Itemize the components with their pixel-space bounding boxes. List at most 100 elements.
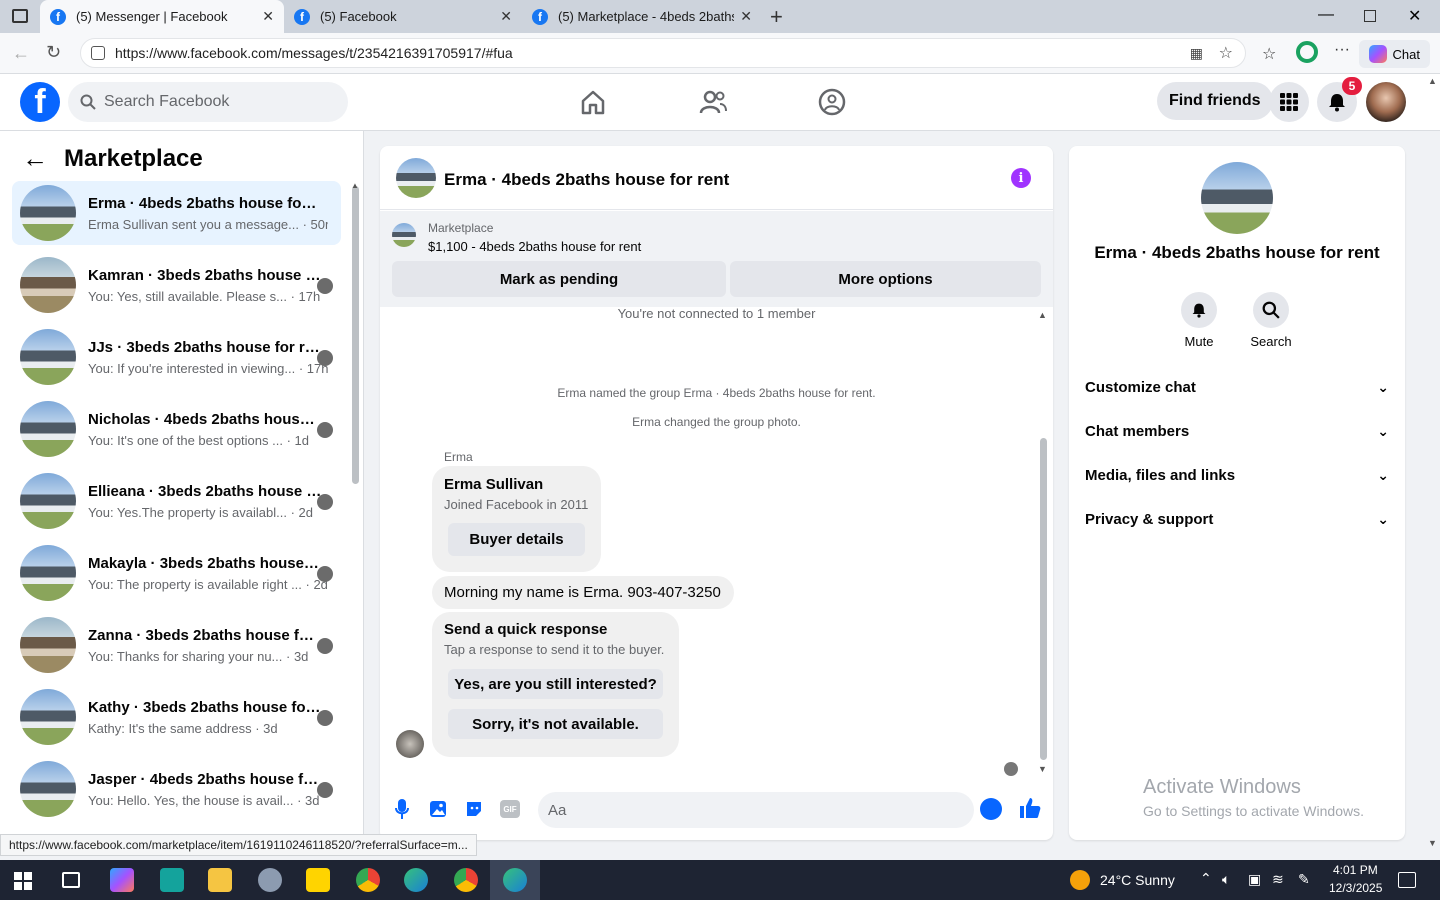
conversation-item[interactable]: Ellieana · 3beds 2baths house for rent Yo… (12, 469, 341, 533)
page-scroll-up-icon[interactable]: ▲ (1428, 76, 1438, 86)
sticker-icon[interactable] (463, 798, 485, 820)
page-scroll-down-icon[interactable]: ▼ (1428, 838, 1437, 848)
listing-thumbnail[interactable] (392, 223, 416, 247)
chat-scroll-down-icon[interactable]: ▼ (1038, 764, 1047, 774)
conversation-item[interactable]: JJs · 3beds 2baths house for rent You: If… (12, 325, 341, 389)
friends-icon[interactable] (698, 87, 728, 117)
copilot-taskbar-icon[interactable] (110, 868, 134, 892)
info-icon[interactable]: i (1011, 168, 1031, 188)
quick-response-yes-button[interactable]: Yes, are you still interested? (448, 669, 663, 699)
message-input[interactable]: Aa (538, 792, 974, 828)
conversation-item[interactable]: Zanna · 3beds 2baths house for rent You: … (12, 613, 341, 677)
favorite-star-icon[interactable]: ☆ (1219, 43, 1233, 63)
media-files-links-section[interactable]: Media, files and links ⌄ (1085, 467, 1389, 484)
conversation-item[interactable]: Jasper · 4beds 2baths house for rent You:… (12, 757, 341, 821)
back-arrow-icon[interactable]: ← (22, 143, 48, 174)
gif-icon[interactable]: GIF (499, 798, 521, 820)
tab-actions-icon[interactable] (12, 9, 28, 23)
photo-icon[interactable] (427, 798, 449, 820)
mark-as-pending-button[interactable]: Mark as pending (392, 261, 726, 297)
scroll-up-icon[interactable]: ▲ (351, 181, 359, 190)
customize-chat-section[interactable]: Customize chat ⌄ (1085, 379, 1389, 396)
copilot-chat-button[interactable]: Chat (1358, 40, 1430, 68)
url-field[interactable]: https://www.facebook.com/messages/t/2354… (80, 38, 1246, 68)
app-available-icon[interactable]: ▦ (1190, 45, 1203, 62)
refresh-icon[interactable]: ↻ (46, 42, 61, 63)
minimize-icon[interactable]: — (1318, 6, 1334, 24)
wifi-icon[interactable]: ≋ (1272, 871, 1284, 888)
menu-grid-button[interactable] (1269, 82, 1309, 122)
sticky-notes-icon[interactable] (306, 868, 330, 892)
conversation-item[interactable]: Kamran · 3beds 2baths house for rent You:… (12, 253, 341, 317)
new-tab-icon[interactable]: + (770, 4, 783, 30)
search-placeholder: Search Facebook (104, 93, 230, 110)
volume-icon[interactable]: 🔈︎ (1222, 871, 1230, 888)
app-s-icon[interactable] (160, 868, 184, 892)
inbox-scrollbar[interactable] (352, 186, 359, 484)
privacy-support-section[interactable]: Privacy & support ⌄ (1085, 511, 1389, 528)
mute-button[interactable]: Mute (1169, 292, 1229, 349)
close-tab-icon[interactable]: ✕ (740, 8, 752, 25)
search-facebook-input[interactable]: Search Facebook (68, 82, 348, 122)
file-explorer-icon[interactable] (208, 868, 232, 892)
quick-response-sorry-button[interactable]: Sorry, it's not available. (448, 709, 663, 739)
section-label: Chat members (1085, 423, 1190, 440)
chat-scrollbar[interactable] (1040, 438, 1047, 760)
clock-date[interactable]: 12/3/2025 (1329, 881, 1382, 895)
message-sender: Erma (444, 450, 473, 464)
listing-price[interactable]: $1,100 - 4beds 2baths house for rent (428, 239, 641, 254)
tray-app-icon[interactable]: ▣ (1248, 871, 1261, 888)
conversation-item[interactable]: Erma · 4beds 2baths house for rent Erma S… (12, 181, 341, 245)
group-photo[interactable] (1201, 162, 1273, 234)
site-info-icon[interactable] (91, 46, 105, 60)
sender-avatar[interactable] (396, 730, 424, 758)
app-bird-icon[interactable] (258, 868, 282, 892)
chat-members-section[interactable]: Chat members ⌄ (1085, 423, 1389, 440)
weather-sun-icon[interactable] (1070, 870, 1090, 890)
tab-marketplace[interactable]: f (5) Marketplace - 4beds 2baths ho ✕ (522, 0, 762, 33)
start-windows-icon[interactable] (14, 872, 32, 890)
buyer-details-label: Buyer details (469, 531, 564, 548)
clock-time[interactable]: 4:01 PM (1333, 863, 1378, 877)
search-chat-button[interactable]: Search (1241, 292, 1301, 349)
microphone-icon[interactable] (391, 798, 413, 820)
edge-icon[interactable] (404, 868, 428, 892)
listing-thumbnail (20, 617, 76, 673)
more-options-button[interactable]: More options (730, 261, 1041, 297)
close-tab-icon[interactable]: ✕ (500, 8, 512, 25)
tray-chevron-icon[interactable]: ⌃ (1200, 870, 1212, 887)
groups-icon[interactable] (817, 87, 847, 117)
quick-response-sorry-label: Sorry, it's not available. (472, 715, 639, 733)
chat-scroll-up-icon[interactable]: ▲ (1038, 310, 1047, 320)
home-icon[interactable] (578, 87, 608, 117)
pen-icon[interactable]: ✎ (1298, 871, 1310, 888)
notification-center-icon[interactable] (1398, 872, 1416, 888)
tab-facebook[interactable]: f (5) Facebook ✕ (284, 0, 522, 33)
page-scrollbar[interactable]: ▲ ▼ (1428, 76, 1438, 854)
profile-avatar[interactable] (1366, 82, 1406, 122)
back-icon[interactable]: ← (12, 43, 30, 64)
favorites-icon[interactable]: ☆ (1262, 44, 1276, 64)
extension-icon[interactable] (1296, 41, 1318, 63)
conversation-item[interactable]: Makayla · 3beds 2baths house for rent You… (12, 541, 341, 605)
close-window-icon[interactable]: ✕ (1408, 6, 1421, 26)
copilot-icon (1368, 45, 1387, 63)
tab-messenger[interactable]: f (5) Messenger | Facebook ✕ (40, 0, 284, 33)
buyer-details-button[interactable]: Buyer details (448, 523, 585, 556)
chat-title[interactable]: Erma · 4beds 2baths house for rent (444, 170, 729, 190)
weather-text[interactable]: 24°C Sunny (1100, 872, 1175, 888)
chat-group-photo[interactable] (396, 158, 436, 198)
conversation-item[interactable]: Kathy · 3beds 2baths house for rent Kathy… (12, 685, 341, 749)
close-tab-icon[interactable]: ✕ (262, 8, 274, 25)
facebook-logo-icon[interactable]: f (20, 82, 60, 122)
thumbs-up-icon[interactable] (1018, 796, 1042, 826)
conversation-item[interactable]: Nicholas · 4beds 2baths house for rent Yo… (12, 397, 341, 461)
task-view-icon[interactable] (62, 872, 80, 888)
active-app-highlight[interactable] (490, 860, 540, 900)
restore-icon[interactable] (1364, 10, 1376, 22)
find-friends-button[interactable]: Find friends (1157, 82, 1273, 120)
chrome-profile-icon[interactable] (454, 868, 478, 892)
chrome-icon[interactable] (356, 868, 380, 892)
more-menu-icon[interactable]: ··· (1334, 41, 1350, 59)
emoji-icon[interactable] (980, 798, 1002, 820)
